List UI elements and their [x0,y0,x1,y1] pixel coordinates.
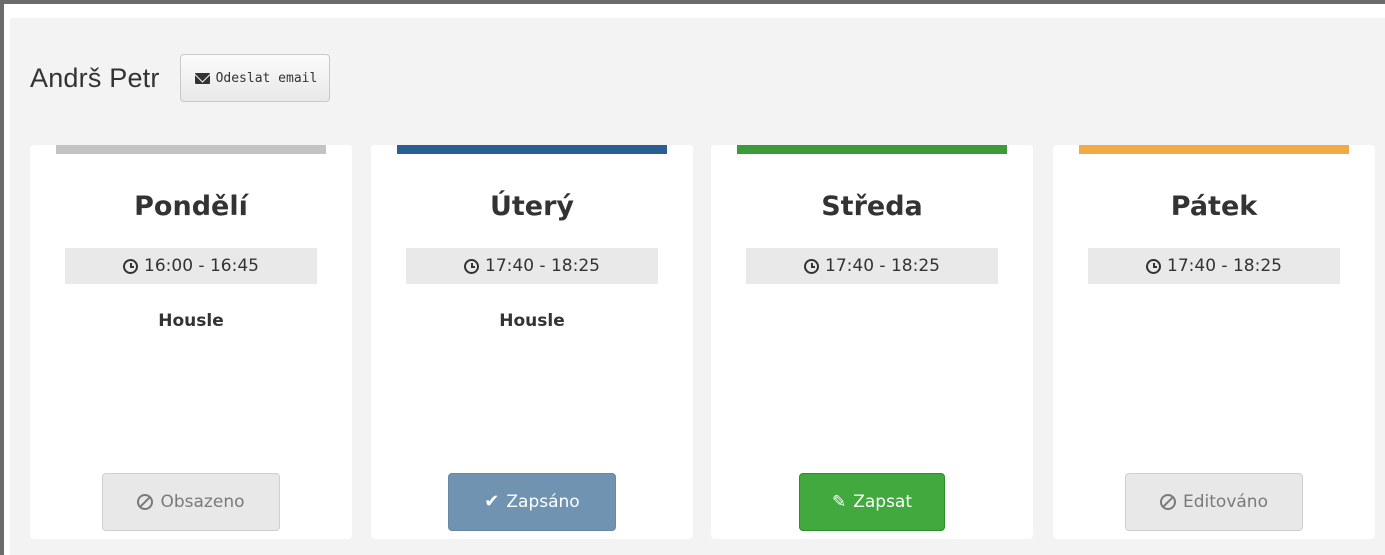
time-slot: 17:40 - 18:25 [406,248,658,284]
ban-icon [137,494,154,510]
send-email-button[interactable]: Odeslat email [179,54,331,102]
edited-label: Editováno [1183,492,1268,512]
day-card-monday: Pondělí 16:00 - 16:45 Housle Obsazeno [30,145,352,539]
signed-up-button[interactable]: ✔ Zapsáno [448,473,616,531]
send-email-label: Odeslat email [215,70,318,86]
day-color-bar [397,145,667,154]
occupied-button[interactable]: Obsazeno [102,473,280,531]
day-title: Středa [821,191,923,222]
time-label: 17:40 - 18:25 [825,256,940,276]
day-color-bar [737,145,1007,154]
time-slot: 17:40 - 18:25 [746,248,998,284]
day-title: Pátek [1170,191,1258,222]
check-icon: ✔ [484,491,500,512]
day-card-friday: Pátek 17:40 - 18:25 Editováno [1053,145,1375,539]
day-title: Úterý [489,191,575,222]
header: Andrš Petr Odeslat email [30,52,331,104]
subject-label: Housle [499,311,565,331]
clock-icon [464,258,480,274]
envelope-icon [194,72,210,84]
day-title: Pondělí [134,191,248,222]
day-card-tuesday: Úterý 17:40 - 18:25 Housle ✔ Zapsáno [371,145,693,539]
time-label: 17:40 - 18:25 [1167,256,1282,276]
clock-icon [123,258,139,274]
pencil-icon: ✎ [831,491,847,512]
time-slot: 17:40 - 18:25 [1088,248,1340,284]
time-label: 17:40 - 18:25 [485,256,600,276]
sign-up-label: Zapsat [853,492,913,512]
signed-up-label: Zapsáno [506,492,580,512]
sign-up-button[interactable]: ✎ Zapsat [799,473,945,531]
clock-icon [804,258,820,274]
day-card-wednesday: Středa 17:40 - 18:25 ✎ Zapsat [711,145,1033,539]
time-slot: 16:00 - 16:45 [65,248,317,284]
time-label: 16:00 - 16:45 [144,256,259,276]
ban-icon [1160,494,1176,510]
occupied-label: Obsazeno [160,492,245,512]
person-name: Andrš Petr [30,62,160,93]
edited-button[interactable]: Editováno [1125,473,1303,531]
clock-icon [1146,258,1162,274]
day-color-bar [1079,145,1349,154]
subject-label: Housle [158,311,224,331]
day-color-bar [56,145,326,154]
